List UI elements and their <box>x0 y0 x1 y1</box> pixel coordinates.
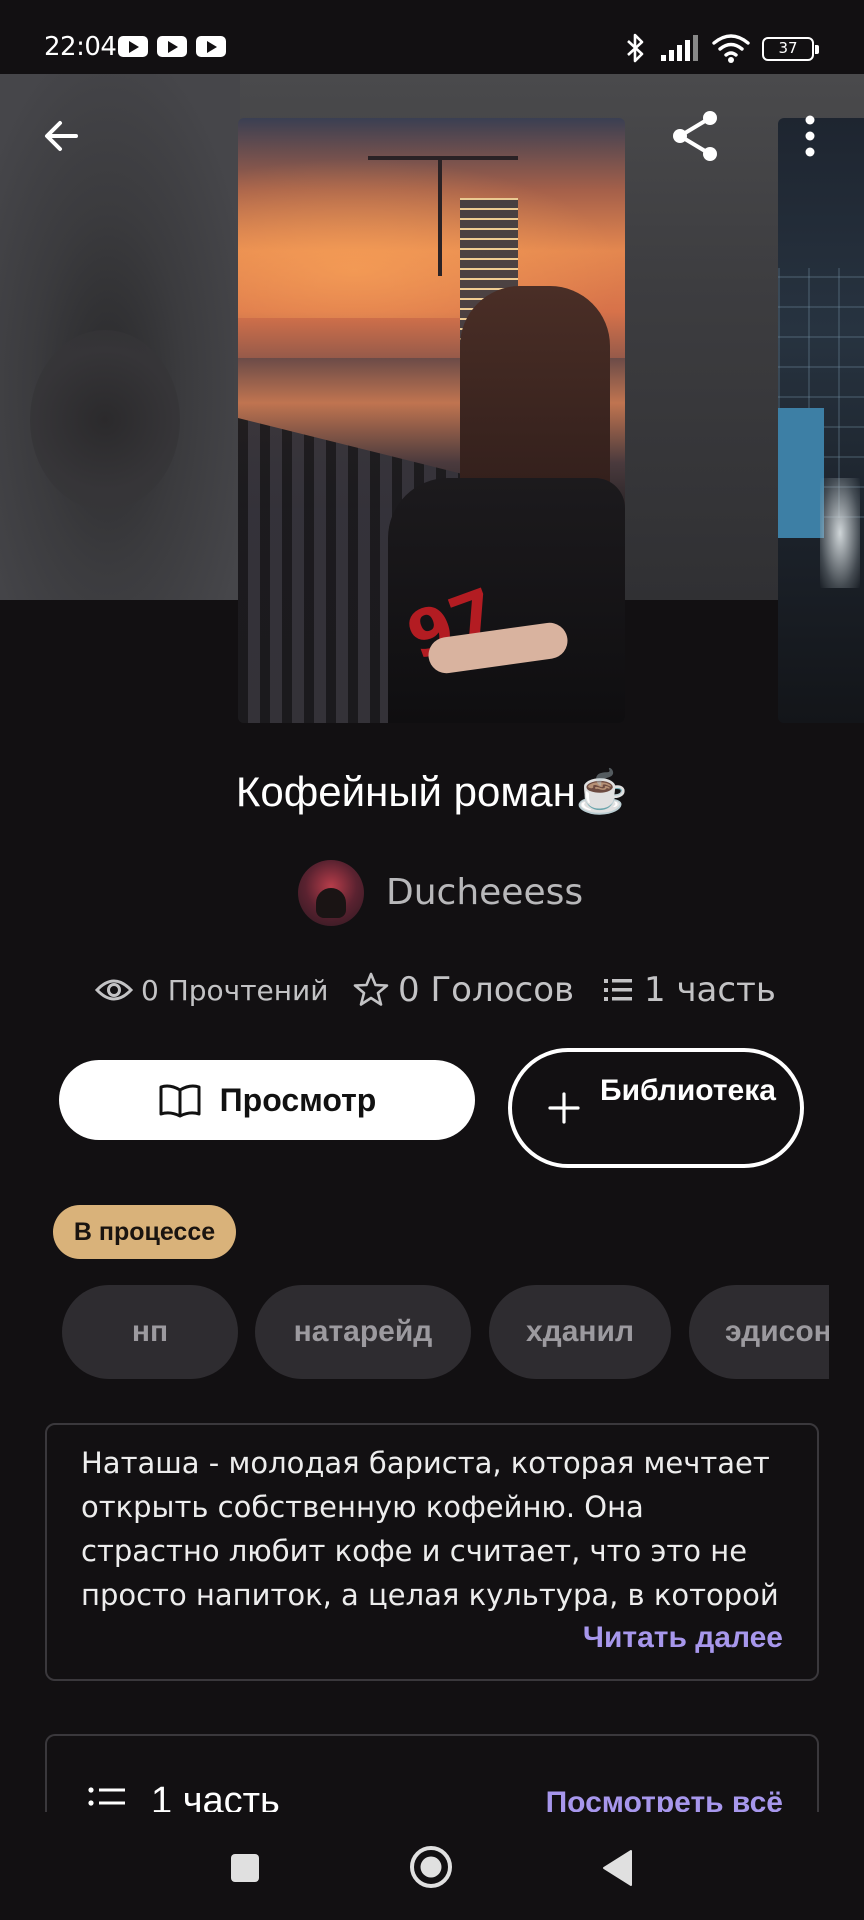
book-open-icon <box>159 1084 201 1118</box>
author-row[interactable]: Ducheeess <box>0 860 864 928</box>
story-cover-image[interactable]: 97 <box>238 118 625 723</box>
wifi-icon <box>712 34 750 63</box>
system-navigation-bar <box>0 1812 864 1920</box>
read-button[interactable]: Просмотр <box>59 1060 475 1140</box>
stat-parts: 1 часть <box>602 960 776 1020</box>
recents-button[interactable] <box>229 1852 261 1888</box>
tag-chip[interactable]: натарейд <box>255 1285 471 1379</box>
story-title: Кофейный роман☕ <box>235 768 629 815</box>
author-name[interactable]: Ducheeess <box>386 872 583 913</box>
home-button[interactable] <box>408 1844 454 1894</box>
tags-list[interactable]: нп натарейд хданил эдисон <box>62 1285 829 1379</box>
hero-blur-silhouette <box>30 330 180 510</box>
stat-reads: 0 Прочтений <box>95 960 328 1020</box>
read-more-link[interactable]: Читать далее <box>583 1621 783 1655</box>
parts-count: 1 часть <box>644 970 776 1010</box>
tag-chip[interactable]: эдисон <box>689 1285 829 1379</box>
description-text: Наташа - молодая бариста, которая мечтае… <box>81 1446 779 1612</box>
youtube-icon <box>157 36 187 57</box>
youtube-icon <box>118 36 148 57</box>
back-nav-button[interactable] <box>600 1848 634 1892</box>
back-button[interactable] <box>36 110 88 162</box>
share-button[interactable] <box>666 106 726 166</box>
signal-icon <box>661 35 698 61</box>
star-icon <box>353 972 389 1006</box>
read-button-label: Просмотр <box>219 1081 377 1118</box>
author-avatar[interactable] <box>298 860 364 926</box>
tag-chip[interactable]: хданил <box>489 1285 671 1379</box>
status-badge: В процессе <box>53 1205 236 1259</box>
description-box: Наташа - молодая бариста, которая мечтае… <box>45 1423 819 1681</box>
more-options-button[interactable] <box>790 110 830 162</box>
status-time: 22:04 <box>44 32 117 62</box>
tag-chip[interactable]: нп <box>62 1285 238 1379</box>
arrow-left-icon <box>45 121 78 151</box>
circle-home-icon <box>410 1846 452 1888</box>
battery-icon: 37 <box>762 37 819 61</box>
reads-count: 0 Прочтений <box>141 973 329 1007</box>
story-stats: 0 Прочтений 0 Голосов 1 часть <box>0 960 864 1020</box>
more-vertical-icon <box>805 115 815 157</box>
bluetooth-icon <box>627 33 644 63</box>
votes-count: 0 Голосов <box>398 970 575 1010</box>
share-icon <box>673 111 717 161</box>
stat-votes: 0 Голосов <box>352 960 574 1020</box>
eye-icon <box>95 979 133 1001</box>
square-icon <box>231 1854 259 1882</box>
youtube-icon <box>196 36 226 57</box>
add-to-library-button[interactable]: Библиотека <box>508 1048 804 1168</box>
plus-icon <box>548 1092 580 1124</box>
list-icon <box>604 979 632 1001</box>
next-story-cover[interactable] <box>778 118 864 723</box>
status-bar: 22:04 37 <box>0 0 864 74</box>
library-button-label: Библиотека <box>600 1074 776 1107</box>
triangle-back-icon <box>603 1850 632 1886</box>
